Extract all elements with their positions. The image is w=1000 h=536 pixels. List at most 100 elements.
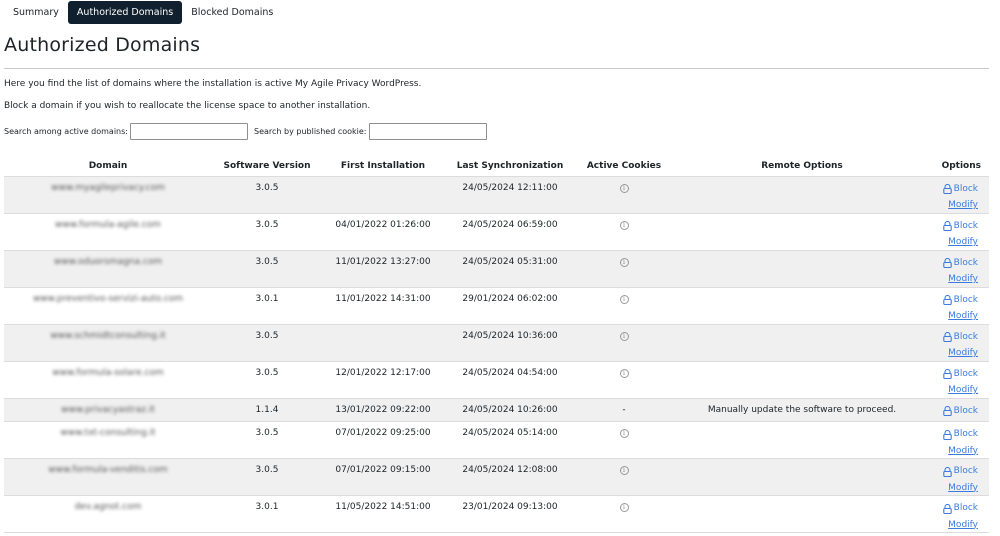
- info-circle-icon[interactable]: i: [619, 466, 629, 475]
- options-cell: Block Modify: [932, 249, 989, 287]
- domain-name: www.formula-agile.com: [55, 219, 161, 230]
- block-button[interactable]: Block: [942, 331, 978, 344]
- table-header-row: Domain Software Version First Installati…: [4, 156, 989, 176]
- software-version-cell: 1.1.4: [212, 397, 322, 422]
- domain-cell: www.formula-agile.com: [4, 212, 212, 250]
- table-row: www.myagileprivacy.com 3.0.5 24/05/2024 12…: [4, 175, 989, 213]
- options-cell: Block Modify: [932, 212, 989, 250]
- info-circle-icon[interactable]: i: [619, 368, 629, 378]
- active-cookies-value: -: [622, 404, 626, 415]
- active-cookies-cell: i: [576, 458, 672, 496]
- search-domains-input[interactable]: [130, 123, 248, 140]
- modify-link[interactable]: Modify: [948, 347, 978, 360]
- block-hint-text: Block a domain if you wish to reallocate…: [4, 101, 371, 111]
- table-row: www.txt-consulting.it 3.0.5 07/01/2022 09:…: [4, 421, 989, 459]
- info-circle-icon[interactable]: i: [619, 183, 629, 193]
- search-cookie-input[interactable]: [368, 123, 487, 140]
- domain-cell: www.oduorsmagna.com: [4, 249, 212, 287]
- block-button[interactable]: Block: [942, 405, 978, 418]
- active-cookies-cell: i: [576, 421, 672, 459]
- modify-link[interactable]: Modify: [948, 199, 978, 212]
- modify-link[interactable]: Modify: [948, 482, 978, 495]
- remote-options-cell: [672, 323, 932, 361]
- last-synchronization-cell: 24/05/2024 05:14:00: [444, 421, 576, 459]
- modify-link[interactable]: Modify: [948, 384, 978, 397]
- info-circle-icon[interactable]: i: [619, 257, 629, 267]
- active-cookies-cell: -: [576, 397, 672, 422]
- domain-cell: www.formula-solare.com: [4, 360, 212, 398]
- lock-icon: [942, 466, 952, 477]
- last-synchronization-cell: 24/05/2024 06:59:00: [444, 212, 576, 250]
- header-active-cookies: Active Cookies: [586, 160, 662, 171]
- block-button[interactable]: Block: [942, 257, 978, 270]
- software-version-cell: 3.0.1: [212, 286, 322, 324]
- remote-options-cell: [672, 249, 932, 287]
- modify-link[interactable]: Modify: [948, 273, 978, 286]
- search-domains-label: Search among active domains:: [4, 127, 128, 136]
- modify-link[interactable]: Modify: [948, 310, 978, 323]
- table-row: www.oduorsmagna.com 3.0.5 11/01/2022 13:27…: [4, 249, 989, 287]
- software-version-cell: 3.0.5: [212, 212, 322, 250]
- remote-options-cell: [672, 495, 932, 533]
- options-cell: Block Modify: [932, 458, 989, 496]
- software-version-cell: 3.0.5: [212, 360, 322, 398]
- header-first-installation: First Installation: [340, 160, 426, 171]
- lock-icon: [942, 184, 952, 194]
- search-bar: Search among active domains: Search by p…: [4, 123, 493, 140]
- header-last-synchronization: Last Synchronization: [456, 160, 564, 171]
- options-cell: Block Modify: [932, 323, 989, 361]
- block-button[interactable]: Block: [942, 183, 978, 196]
- software-version-cell: 3.0.5: [212, 175, 322, 213]
- block-button[interactable]: Block: [942, 368, 978, 381]
- remote-options-cell: [672, 286, 932, 324]
- options-cell: Block Modify: [932, 360, 989, 398]
- block-label: Block: [953, 466, 978, 476]
- modify-link[interactable]: Modify: [948, 445, 978, 458]
- info-circle-icon[interactable]: i: [619, 220, 629, 230]
- options-cell: Block: [932, 397, 989, 422]
- block-button[interactable]: Block: [942, 294, 978, 307]
- first-installation-cell: [322, 175, 444, 213]
- table-row: www.preventivo-servizi-auto.com 3.0.1 11/0…: [4, 286, 989, 324]
- tab-summary[interactable]: Summary: [4, 1, 68, 24]
- lock-icon: [942, 369, 952, 379]
- block-label: Block: [953, 331, 978, 342]
- info-circle-icon[interactable]: i: [619, 331, 629, 341]
- lock-icon: [942, 221, 952, 231]
- domain-cell: www.txt-consulting.it: [4, 421, 212, 459]
- domains-table: Domain Software Version First Installati…: [4, 156, 989, 533]
- block-button[interactable]: Block: [942, 220, 978, 233]
- table-row: www.formula-solare.com 3.0.5 12/01/2022 12…: [4, 360, 989, 398]
- table-row: www.formula-venditis.com 3.0.5 07/01/2022 …: [4, 458, 989, 496]
- modify-link[interactable]: Modify: [948, 236, 978, 249]
- info-circle-icon[interactable]: i: [619, 503, 629, 512]
- first-installation-cell: 12/01/2022 12:17:00: [322, 360, 444, 398]
- block-label: Block: [953, 294, 978, 305]
- info-circle-icon[interactable]: i: [619, 294, 629, 304]
- modify-link[interactable]: Modify: [948, 519, 978, 532]
- tab-blocked-domains[interactable]: Blocked Domains: [182, 1, 282, 24]
- remote-options-cell: [672, 212, 932, 250]
- table-row: www.schmidtconsulting.it 3.0.5 24/05/2024 …: [4, 323, 989, 361]
- info-circle-icon[interactable]: i: [619, 429, 629, 438]
- first-installation-cell: 07/01/2022 09:15:00: [322, 458, 444, 496]
- domain-cell: www.formula-venditis.com: [4, 458, 212, 496]
- domain-name: www.oduorsmagna.com: [53, 256, 163, 267]
- block-label: Block: [953, 405, 978, 416]
- first-installation-cell: 11/01/2022 13:27:00: [322, 249, 444, 287]
- block-button[interactable]: Block: [942, 428, 978, 441]
- options-cell: Block Modify: [932, 175, 989, 213]
- remote-options-cell: [672, 458, 932, 496]
- table-row: dev.agnot.com 3.0.1 11/05/2022 14:51:00 23/…: [4, 495, 989, 533]
- remote-options-cell: [672, 175, 932, 213]
- tab-authorized-domains[interactable]: Authorized Domains: [67, 1, 183, 24]
- block-button[interactable]: Block: [942, 465, 978, 478]
- active-cookies-cell: i: [576, 495, 672, 533]
- domain-name: www.privacyastraz.it: [61, 404, 155, 415]
- block-button[interactable]: Block: [942, 502, 978, 515]
- remote-options-cell: [672, 360, 932, 398]
- first-installation-cell: 11/01/2022 14:31:00: [322, 286, 444, 324]
- software-version-cell: 3.0.1: [212, 495, 322, 533]
- first-installation-cell: 13/01/2022 09:22:00: [322, 397, 444, 422]
- lock-icon: [942, 503, 952, 514]
